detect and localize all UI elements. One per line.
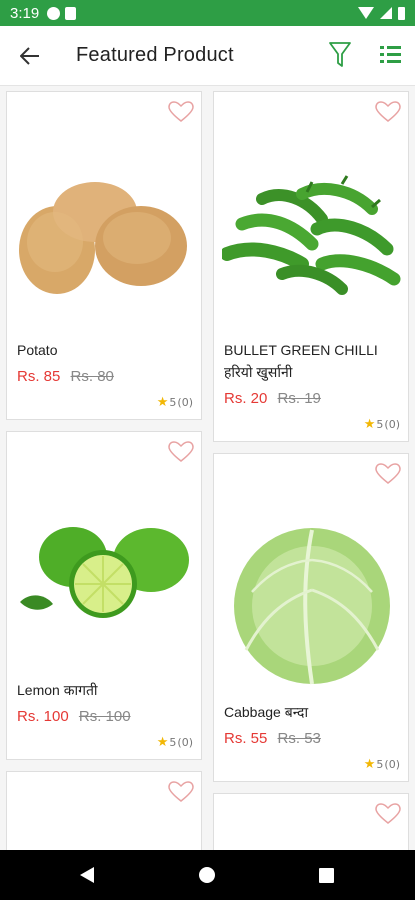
product-price: Rs. 55: [224, 730, 268, 747]
app-bar: Featured Product: [0, 26, 415, 86]
nav-recents-icon[interactable]: [319, 868, 334, 883]
notification-icon: [47, 6, 61, 20]
cabbage-image: [234, 528, 390, 685]
status-time: 3:19: [10, 4, 40, 22]
heart-icon[interactable]: [374, 462, 402, 486]
product-card-green-chilli[interactable]: BULLET GREEN CHILLI हरियो खुर्सानी Rs. 2…: [213, 91, 409, 442]
product-rating: ★ 5 (0): [364, 417, 400, 432]
system-nav-bar: [0, 850, 415, 900]
product-name: Lemon कागती: [17, 682, 98, 698]
star-icon: ★: [363, 757, 376, 772]
product-old-price: Rs. 100: [78, 708, 131, 725]
product-name: Cabbage बन्दा: [224, 704, 309, 720]
review-count: (0): [384, 758, 400, 771]
star-icon: ★: [156, 735, 169, 750]
page-title: Featured Product: [76, 44, 234, 66]
rating-value: 5: [169, 736, 177, 749]
product-card-partial[interactable]: [213, 793, 409, 850]
filter-button[interactable]: [324, 38, 356, 72]
product-prices: Rs. 55 Rs. 53: [224, 730, 321, 747]
product-prices: Rs. 100 Rs. 100: [17, 708, 131, 725]
signal-icon: [380, 7, 392, 19]
wifi-icon: [358, 7, 374, 19]
storage-icon: [65, 6, 77, 20]
rating-value: 5: [169, 396, 177, 409]
product-card-cabbage[interactable]: Cabbage बन्दा Rs. 55 Rs. 53 ★ 5 (0): [213, 453, 409, 782]
rating-value: 5: [376, 758, 384, 771]
heart-icon[interactable]: [167, 440, 195, 464]
heart-icon[interactable]: [374, 802, 402, 826]
product-rating: ★ 5 (0): [157, 735, 193, 750]
product-rating: ★ 5 (0): [157, 395, 193, 410]
product-grid: Potato Rs. 85 Rs. 80 ★ 5 (0) BULLET GREE…: [0, 86, 415, 850]
product-name: Potato: [17, 342, 58, 358]
product-prices: Rs. 20 Rs. 19: [224, 390, 321, 407]
filter-icon: [329, 42, 351, 67]
list-view-button[interactable]: [374, 38, 406, 72]
product-old-price: Rs. 53: [277, 730, 321, 747]
product-old-price: Rs. 19: [277, 390, 321, 407]
review-count: (0): [177, 396, 193, 409]
star-icon: ★: [156, 395, 169, 410]
green-chilli-image: [222, 175, 401, 295]
lemon-image: [20, 527, 189, 618]
status-bar: 3:19: [0, 0, 415, 26]
product-prices: Rs. 85 Rs. 80: [17, 368, 114, 385]
product-card-partial[interactable]: [6, 771, 202, 850]
product-card-potato[interactable]: Potato Rs. 85 Rs. 80 ★ 5 (0): [6, 91, 202, 420]
star-icon: ★: [363, 417, 376, 432]
nav-back-icon[interactable]: [80, 867, 94, 883]
product-price: Rs. 85: [17, 368, 61, 385]
arrow-left-icon: [20, 46, 39, 65]
product-price: Rs. 20: [224, 390, 268, 407]
battery-icon: [398, 6, 405, 20]
product-card-lemon[interactable]: Lemon कागती Rs. 100 Rs. 100 ★ 5 (0): [6, 431, 202, 760]
heart-icon[interactable]: [167, 100, 195, 124]
product-rating: ★ 5 (0): [364, 757, 400, 772]
review-count: (0): [384, 418, 400, 431]
back-button[interactable]: [0, 26, 60, 86]
review-count: (0): [177, 736, 193, 749]
product-name: BULLET GREEN CHILLI हरियो खुर्सानी: [224, 342, 378, 380]
product-old-price: Rs. 80: [70, 368, 114, 385]
product-price: Rs. 100: [17, 708, 69, 725]
heart-icon[interactable]: [167, 780, 195, 804]
potato-image: [19, 182, 187, 294]
heart-icon[interactable]: [374, 100, 402, 124]
rating-value: 5: [376, 418, 384, 431]
nav-home-icon[interactable]: [199, 867, 215, 883]
list-icon: [380, 46, 401, 63]
